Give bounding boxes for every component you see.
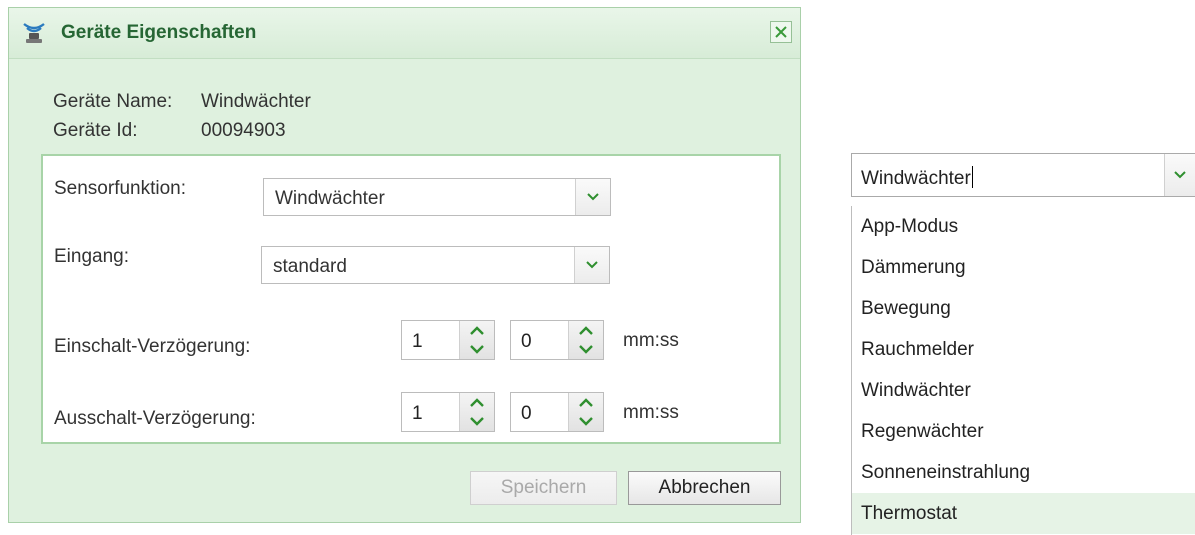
close-icon: [775, 26, 787, 38]
spin-down-button[interactable]: [569, 340, 603, 359]
device-id-value: 00094903: [201, 120, 286, 141]
device-properties-dialog: Geräte Eigenschaften Geräte Name: Windwäc…: [8, 7, 801, 523]
off-delay-minutes-spinner[interactable]: 1: [401, 392, 495, 432]
input-value: standard: [273, 256, 347, 277]
on-delay-minutes-value: 1: [412, 331, 423, 352]
chevron-up-icon: [579, 326, 593, 335]
dropdown-option[interactable]: Bewegung: [852, 288, 1195, 329]
dropdown-value-text: Windwächter: [861, 168, 971, 189]
dropdown-option[interactable]: Rauchmelder: [852, 329, 1195, 370]
sensor-function-dropdown[interactable]: Windwächter: [851, 153, 1195, 197]
off-delay-label: Ausschalt-Verzögerung:: [54, 408, 256, 429]
off-delay-seconds-spinner[interactable]: 0: [510, 392, 604, 432]
input-trigger[interactable]: [574, 247, 609, 283]
dialog-titlebar[interactable]: Geräte Eigenschaften: [9, 8, 800, 59]
chevron-up-icon: [470, 326, 484, 335]
device-name-label: Geräte Name:: [53, 91, 173, 112]
dropdown-option-highlighted[interactable]: Thermostat: [852, 493, 1195, 534]
device-id-label: Geräte Id:: [53, 120, 138, 141]
sensor-function-value: Windwächter: [275, 188, 385, 209]
close-button[interactable]: [770, 21, 792, 43]
chevron-up-icon: [579, 398, 593, 407]
off-delay-unit: mm:ss: [623, 402, 679, 423]
off-delay-seconds-buttons: [568, 393, 603, 431]
chevron-down-icon: [587, 193, 599, 201]
dropdown-option[interactable]: Windwächter: [852, 370, 1195, 411]
device-id-row: Geräte Id: 00094903: [53, 120, 286, 142]
spin-up-button[interactable]: [460, 321, 494, 340]
off-delay-seconds-value: 0: [521, 403, 532, 424]
dialog-footer: Speichern Abbrechen: [9, 458, 800, 522]
off-delay-minutes-buttons: [459, 393, 494, 431]
chevron-down-icon: [1174, 171, 1186, 179]
chevron-down-icon: [470, 345, 484, 354]
dropdown-option[interactable]: Regenwächter: [852, 411, 1195, 452]
chevron-down-icon: [579, 345, 593, 354]
chevron-down-icon: [579, 417, 593, 426]
dropdown-option[interactable]: Dämmerung: [852, 247, 1195, 288]
sensor-function-trigger[interactable]: [575, 179, 610, 215]
off-delay-minutes-value: 1: [412, 403, 423, 424]
on-delay-minutes-spinner[interactable]: 1: [401, 320, 495, 360]
on-delay-seconds-value: 0: [521, 331, 532, 352]
dropdown-options-list: App-Modus Dämmerung Bewegung Rauchmelder…: [851, 206, 1195, 535]
spin-down-button[interactable]: [569, 412, 603, 431]
on-delay-seconds-spinner[interactable]: 0: [510, 320, 604, 360]
spin-up-button[interactable]: [569, 321, 603, 340]
on-delay-seconds-buttons: [568, 321, 603, 359]
device-name-row: Geräte Name: Windwächter: [53, 91, 311, 113]
spin-down-button[interactable]: [460, 412, 494, 431]
chevron-down-icon: [586, 261, 598, 269]
spin-up-button[interactable]: [569, 393, 603, 412]
sensor-icon: [21, 20, 47, 46]
spin-up-button[interactable]: [460, 393, 494, 412]
settings-fieldset: Sensorfunktion: Windwächter Eingang: sta…: [41, 154, 781, 444]
dropdown-trigger[interactable]: [1164, 154, 1195, 196]
on-delay-minutes-buttons: [459, 321, 494, 359]
dialog-title: Geräte Eigenschaften: [61, 22, 257, 43]
on-delay-unit: mm:ss: [623, 330, 679, 351]
input-select[interactable]: standard: [261, 246, 610, 284]
device-name-value: Windwächter: [201, 91, 311, 112]
input-label: Eingang:: [54, 246, 130, 267]
save-button[interactable]: Speichern: [470, 471, 617, 505]
dropdown-option[interactable]: App-Modus: [852, 206, 1195, 247]
chevron-up-icon: [470, 398, 484, 407]
chevron-down-icon: [470, 417, 484, 426]
sensor-function-label: Sensorfunktion:: [54, 178, 187, 199]
text-cursor: [971, 166, 973, 188]
dropdown-option[interactable]: Sonneneinstrahlung: [852, 452, 1195, 493]
dropdown-value[interactable]: Windwächter: [861, 166, 973, 190]
on-delay-label: Einschalt-Verzögerung:: [54, 336, 251, 357]
spin-down-button[interactable]: [460, 340, 494, 359]
cancel-button[interactable]: Abbrechen: [628, 471, 781, 505]
sensor-function-select[interactable]: Windwächter: [263, 178, 611, 216]
